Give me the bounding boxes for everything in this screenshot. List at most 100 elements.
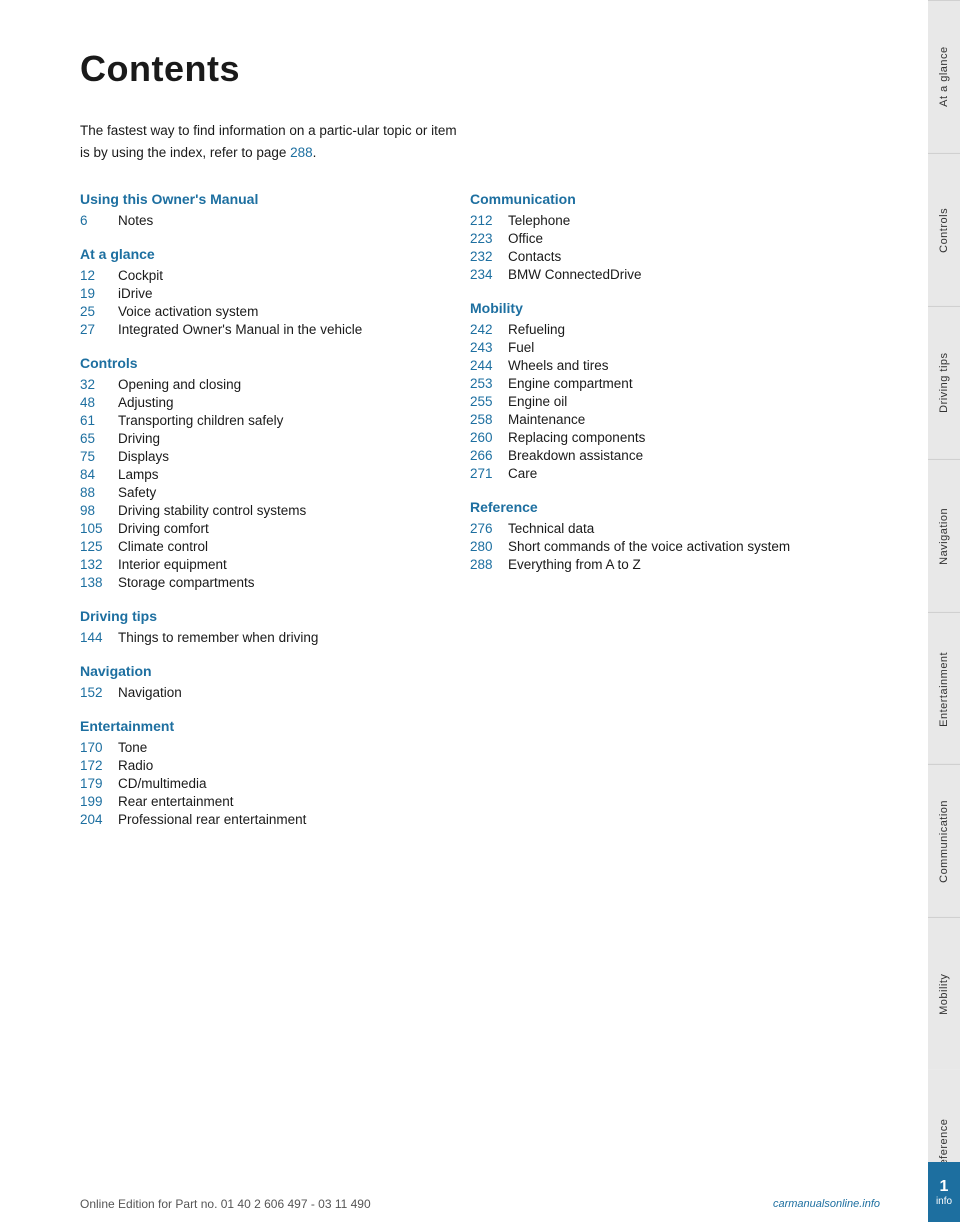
- toc-item[interactable]: 232Contacts: [470, 249, 820, 264]
- toc-item[interactable]: 258Maintenance: [470, 412, 820, 427]
- toc-item[interactable]: 266Breakdown assistance: [470, 448, 820, 463]
- sidebar-tab[interactable]: Communication: [928, 764, 960, 917]
- toc-page-num: 234: [470, 267, 508, 282]
- toc-page-num: 253: [470, 376, 508, 391]
- toc-item[interactable]: 223Office: [470, 231, 820, 246]
- left-column: Using this Owner's Manual6NotesAt a glan…: [80, 191, 430, 830]
- toc-item-label: Displays: [118, 449, 169, 464]
- toc-item-label: Driving: [118, 431, 160, 446]
- toc-item[interactable]: 271Care: [470, 466, 820, 481]
- toc-item[interactable]: 179CD/multimedia: [80, 776, 430, 791]
- toc-page-num: 288: [470, 557, 508, 572]
- toc-page-num: 98: [80, 503, 118, 518]
- toc-page-num: 25: [80, 304, 118, 319]
- sidebar-tab[interactable]: Driving tips: [928, 306, 960, 459]
- toc-item[interactable]: 288Everything from A to Z: [470, 557, 820, 572]
- footer: Online Edition for Part no. 01 40 2 606 …: [0, 1186, 960, 1222]
- toc-item[interactable]: 32Opening and closing: [80, 377, 430, 392]
- toc-item[interactable]: 19iDrive: [80, 286, 430, 301]
- toc-item[interactable]: 125Climate control: [80, 539, 430, 554]
- toc-page-num: 61: [80, 413, 118, 428]
- toc-page-num: 260: [470, 430, 508, 445]
- toc-item[interactable]: 243Fuel: [470, 340, 820, 355]
- toc-item[interactable]: 199Rear entertainment: [80, 794, 430, 809]
- section-heading: Mobility: [470, 300, 820, 316]
- toc-item-label: Fuel: [508, 340, 534, 355]
- toc-item[interactable]: 244Wheels and tires: [470, 358, 820, 373]
- toc-item-label: Cockpit: [118, 268, 163, 283]
- toc-item-label: Professional rear entertainment: [118, 812, 306, 827]
- section-heading: Entertainment: [80, 718, 430, 734]
- toc-item[interactable]: 144Things to remember when driving: [80, 630, 430, 645]
- toc-page-num: 6: [80, 213, 118, 228]
- toc-item[interactable]: 105Driving comfort: [80, 521, 430, 536]
- toc-item-label: Safety: [118, 485, 156, 500]
- toc-item-label: Storage compartments: [118, 575, 255, 590]
- toc-item[interactable]: 172Radio: [80, 758, 430, 773]
- section-heading: Driving tips: [80, 608, 430, 624]
- toc-item-label: Replacing components: [508, 430, 645, 445]
- toc-page-num: 232: [470, 249, 508, 264]
- toc-item[interactable]: 48Adjusting: [80, 395, 430, 410]
- toc-item[interactable]: 98Driving stability control systems: [80, 503, 430, 518]
- toc-page-num: 27: [80, 322, 118, 337]
- toc-item[interactable]: 25Voice activation system: [80, 304, 430, 319]
- toc-item-label: Telephone: [508, 213, 570, 228]
- toc-page-num: 280: [470, 539, 508, 554]
- toc-item[interactable]: 12Cockpit: [80, 268, 430, 283]
- toc-item[interactable]: 132Interior equipment: [80, 557, 430, 572]
- sidebar-tab[interactable]: Mobility: [928, 917, 960, 1070]
- sidebar-tab[interactable]: Controls: [928, 153, 960, 306]
- sidebar-tab[interactable]: At a glance: [928, 0, 960, 153]
- main-content: Contents The fastest way to find informa…: [0, 0, 880, 890]
- intro-paragraph: The fastest way to find information on a…: [80, 120, 460, 163]
- toc-item[interactable]: 138Storage compartments: [80, 575, 430, 590]
- toc-item[interactable]: 75Displays: [80, 449, 430, 464]
- toc-item[interactable]: 212Telephone: [470, 213, 820, 228]
- toc-item-label: Contacts: [508, 249, 561, 264]
- info-badge-label: info: [936, 1196, 952, 1207]
- toc-page-num: 276: [470, 521, 508, 536]
- toc-page-num: 125: [80, 539, 118, 554]
- toc-item-label: Interior equipment: [118, 557, 227, 572]
- toc-page-num: 19: [80, 286, 118, 301]
- toc-item-label: Integrated Owner's Manual in the vehicle: [118, 322, 362, 337]
- toc-page-num: 199: [80, 794, 118, 809]
- toc-page-num: 84: [80, 467, 118, 482]
- toc-item[interactable]: 280Short commands of the voice activatio…: [470, 539, 820, 554]
- toc-page-num: 75: [80, 449, 118, 464]
- toc-item-label: Navigation: [118, 685, 182, 700]
- toc-item[interactable]: 88Safety: [80, 485, 430, 500]
- toc-item-label: Climate control: [118, 539, 208, 554]
- toc-item[interactable]: 276Technical data: [470, 521, 820, 536]
- toc-item-label: Refueling: [508, 322, 565, 337]
- toc-item-label: Lamps: [118, 467, 159, 482]
- toc-item[interactable]: 234BMW ConnectedDrive: [470, 267, 820, 282]
- toc-page-num: 88: [80, 485, 118, 500]
- toc-item[interactable]: 6Notes: [80, 213, 430, 228]
- toc-page-num: 266: [470, 448, 508, 463]
- toc-item[interactable]: 260Replacing components: [470, 430, 820, 445]
- toc-page-num: 242: [470, 322, 508, 337]
- sidebar-tab[interactable]: Navigation: [928, 459, 960, 612]
- toc-item[interactable]: 65Driving: [80, 431, 430, 446]
- toc-page-num: 244: [470, 358, 508, 373]
- toc-item[interactable]: 253Engine compartment: [470, 376, 820, 391]
- toc-item-label: Wheels and tires: [508, 358, 609, 373]
- toc-item-label: Transporting children safely: [118, 413, 283, 428]
- toc-item[interactable]: 84Lamps: [80, 467, 430, 482]
- toc-item[interactable]: 204Professional rear entertainment: [80, 812, 430, 827]
- toc-item[interactable]: 152Navigation: [80, 685, 430, 700]
- toc-item[interactable]: 242Refueling: [470, 322, 820, 337]
- toc-item[interactable]: 61Transporting children safely: [80, 413, 430, 428]
- toc-page-num: 170: [80, 740, 118, 755]
- toc-item[interactable]: 27Integrated Owner's Manual in the vehic…: [80, 322, 430, 337]
- page-title: Contents: [80, 48, 820, 90]
- sidebar-tab[interactable]: Entertainment: [928, 612, 960, 765]
- toc-item-label: Tone: [118, 740, 147, 755]
- toc-page-num: 152: [80, 685, 118, 700]
- intro-link[interactable]: 288: [290, 145, 313, 160]
- toc-page-num: 255: [470, 394, 508, 409]
- toc-item[interactable]: 255Engine oil: [470, 394, 820, 409]
- toc-item[interactable]: 170Tone: [80, 740, 430, 755]
